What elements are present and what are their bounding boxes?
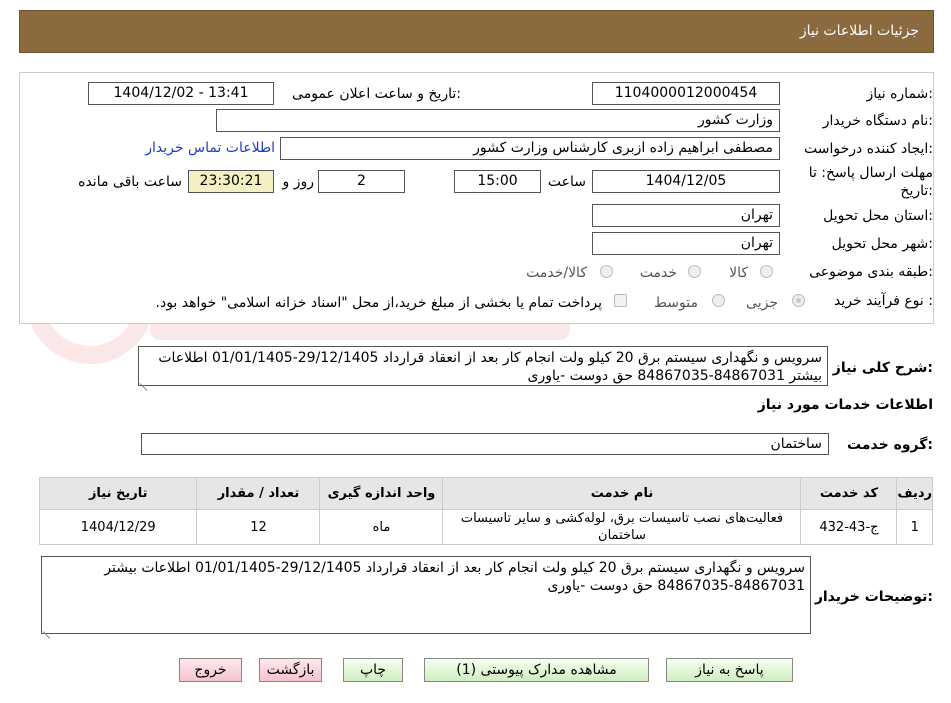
deadline-date-field: 1404/12/05 — [592, 170, 780, 193]
deadline-label-2: تاریخ: — [900, 183, 933, 199]
need-number-field: 1104000012000454 — [592, 82, 780, 105]
cell-date: 1404/12/29 — [38, 509, 198, 545]
exit-button[interactable]: خروج — [179, 658, 242, 682]
view-attachments-button[interactable]: مشاهده مدارک پیوستی (1) — [424, 658, 649, 682]
table-header-row: ردیف کد خدمت نام خدمت واحد اندازه گیری ت… — [38, 477, 933, 510]
remaining-label: ساعت باقی مانده — [78, 174, 182, 190]
col-header-name: نام خدمت — [442, 477, 802, 510]
creator-label: ایجاد کننده درخواست: — [804, 141, 933, 157]
buyer-notes-text: سرویس و نگهداری سیستم برق 20 کیلو ولت ان… — [104, 560, 805, 594]
process-label: نوع فرآیند خرید : — [834, 293, 933, 309]
province-label: استان محل تحویل: — [823, 208, 933, 224]
cell-name: فعالیت‌های نصب تاسیسات برق، لوله‌کشی و س… — [442, 509, 802, 545]
process-radio-minor[interactable] — [792, 294, 805, 307]
print-button[interactable]: چاپ — [343, 658, 403, 682]
buyer-org-label: نام دستگاه خریدار: — [822, 113, 933, 129]
city-field: تهران — [592, 232, 780, 255]
days-label: روز و — [282, 174, 315, 190]
reply-button[interactable]: پاسخ به نیاز — [666, 658, 793, 682]
cell-quantity: 12 — [196, 509, 321, 545]
summary-text: سرویس و نگهداری سیستم برق 20 کیلو ولت ان… — [158, 350, 822, 384]
city-label: شهر محل تحویل: — [831, 236, 933, 252]
page-title: جزئیات اطلاعات نیاز — [799, 23, 919, 39]
col-header-date: تاریخ نیاز — [38, 477, 198, 510]
resize-grip-icon[interactable] — [43, 624, 51, 632]
services-table: ردیف کد خدمت نام خدمت واحد اندازه گیری ت… — [38, 477, 933, 545]
remaining-time-field: 23:30:21 — [188, 170, 274, 193]
process-option-medium: متوسط — [654, 295, 698, 311]
category-label: طبقه بندی موضوعی: — [809, 264, 933, 280]
days-field: 2 — [318, 170, 405, 193]
col-header-quantity: تعداد / مقدار — [196, 477, 321, 510]
summary-textarea[interactable]: سرویس و نگهداری سیستم برق 20 کیلو ولت ان… — [138, 346, 828, 386]
category-radio-goods[interactable] — [760, 265, 773, 278]
deadline-time-field: 15:00 — [454, 170, 541, 193]
category-option-both: کالا/خدمت — [526, 265, 587, 281]
deadline-label-1: مهلت ارسال پاسخ: تا — [808, 165, 933, 181]
buyer-org-field: وزارت کشور — [216, 109, 780, 132]
col-header-code: کد خدمت — [800, 477, 898, 510]
page-header: جزئیات اطلاعات نیاز — [19, 10, 934, 53]
buyer-notes-textarea[interactable]: سرویس و نگهداری سیستم برق 20 کیلو ولت ان… — [41, 556, 811, 634]
deadline-time-label: ساعت — [547, 174, 586, 190]
creator-field: مصطفی ابراهیم زاده ازبری کارشناس وزارت ک… — [280, 137, 780, 160]
cell-code: ج-43-432 — [800, 509, 898, 545]
col-header-row-no: ردیف — [896, 477, 933, 510]
category-option-goods: کالا — [729, 265, 748, 281]
cell-unit: ماه — [319, 509, 444, 545]
services-title: اطلاعات خدمات مورد نیاز — [757, 397, 933, 413]
need-number-label: شماره نیاز: — [866, 86, 933, 102]
buyer-contact-link[interactable]: اطلاعات تماس خریدار — [145, 140, 275, 156]
service-group-field: ساختمان — [141, 433, 829, 455]
category-radio-both[interactable] — [600, 265, 613, 278]
cell-row-no: 1 — [896, 509, 933, 545]
province-field: تهران — [592, 204, 780, 227]
announce-field: 1404/12/02 - 13:41 — [88, 82, 274, 105]
back-button[interactable]: بازگشت — [259, 658, 322, 682]
category-option-service: خدمت — [639, 265, 677, 281]
category-radio-service[interactable] — [688, 265, 701, 278]
summary-label: شرح کلی نیاز: — [832, 360, 933, 376]
table-row: 1 ج-43-432 فعالیت‌های نصب تاسیسات برق، ل… — [38, 509, 933, 545]
resize-grip-icon[interactable] — [140, 376, 148, 384]
buyer-notes-label: توضیحات خریدار: — [814, 589, 933, 605]
announce-label: تاریخ و ساعت اعلان عمومی: — [292, 86, 461, 102]
col-header-unit: واحد اندازه گیری — [319, 477, 444, 510]
treasury-checkbox[interactable] — [614, 294, 627, 307]
service-group-label: گروه خدمت: — [847, 437, 933, 453]
process-option-minor: جزیی — [746, 295, 778, 311]
payment-note: پرداخت تمام یا بخشی از مبلغ خرید،از محل … — [155, 295, 602, 311]
process-radio-medium[interactable] — [712, 294, 725, 307]
